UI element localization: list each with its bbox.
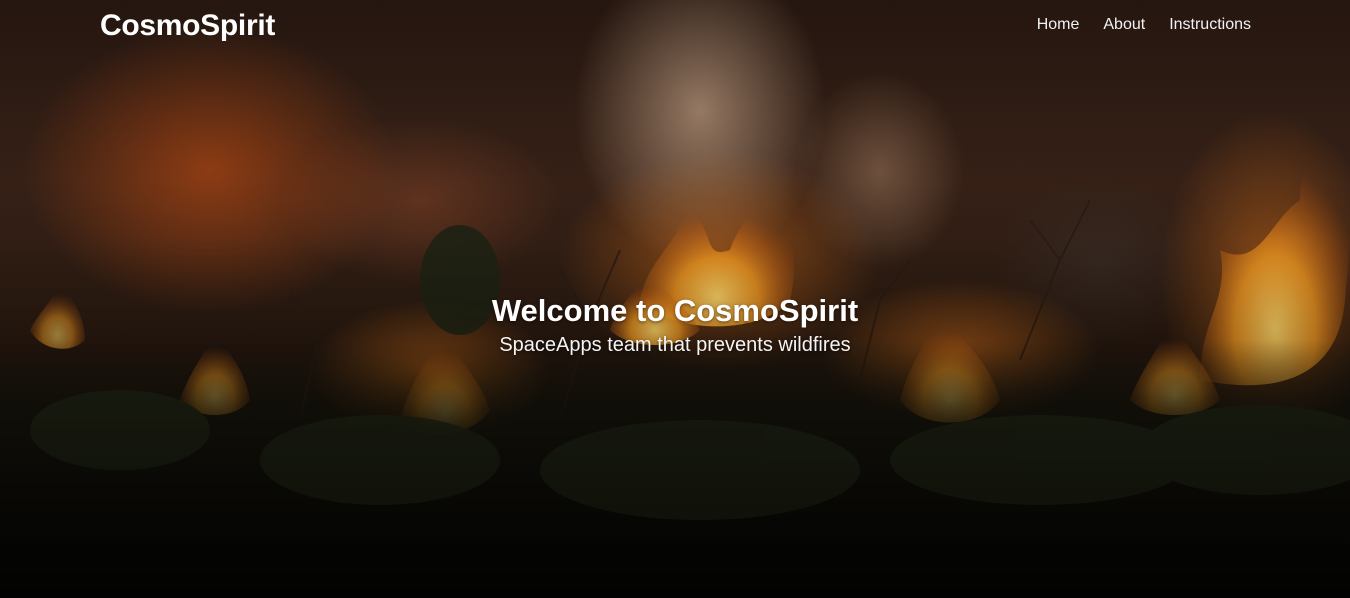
navbar: CosmoSpirit Home About Instructions: [0, 0, 1350, 52]
nav-link-instructions[interactable]: Instructions: [1169, 16, 1251, 34]
brand-logo-link[interactable]: CosmoSpirit: [100, 9, 275, 43]
hero-section: Welcome to CosmoSpirit SpaceApps team th…: [0, 0, 1350, 598]
nav-link-about[interactable]: About: [1103, 16, 1145, 34]
hero-subtitle: SpaceApps team that prevents wildfires: [499, 334, 851, 356]
hero-text: Welcome to CosmoSpirit SpaceApps team th…: [0, 292, 1350, 358]
nav-links: Home About Instructions: [1037, 16, 1251, 34]
nav-link-home[interactable]: Home: [1037, 16, 1080, 34]
hero-title: Welcome to CosmoSpirit: [491, 293, 859, 328]
